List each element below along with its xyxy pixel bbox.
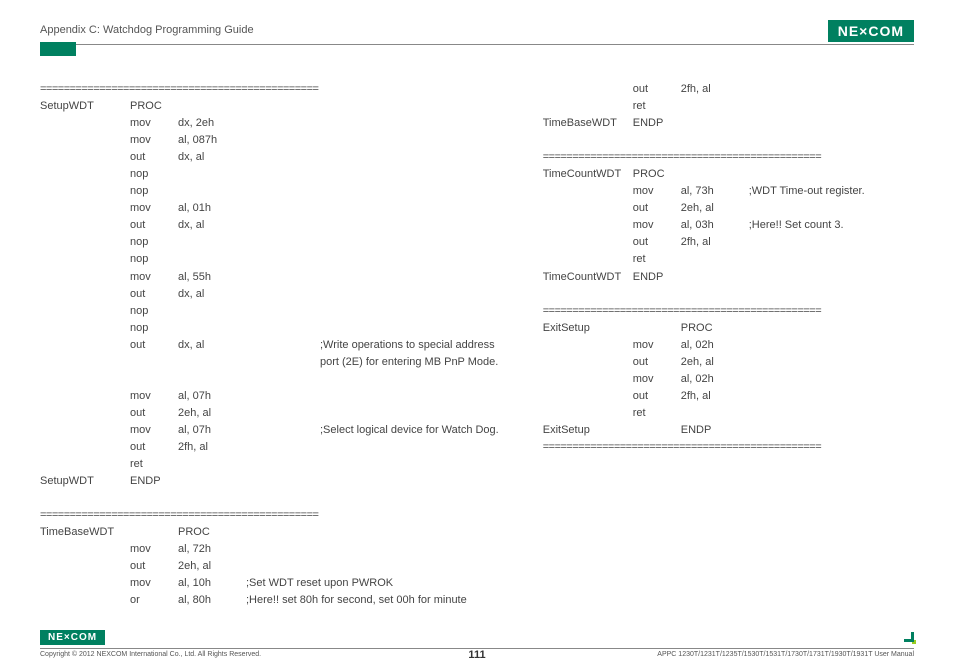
code-line: TimeBaseWDTPROC <box>40 524 499 541</box>
code-line: moval, 73h;WDT Time-out register. <box>543 183 914 200</box>
code-line: SetupWDTENDP <box>40 473 499 490</box>
code-line: ========================================… <box>543 149 914 166</box>
code-line <box>40 371 499 388</box>
code-column-right: out2fh, alretTimeBaseWDTENDP ===========… <box>543 81 914 609</box>
code-line: nop <box>40 303 499 320</box>
code-line: nop <box>40 234 499 251</box>
copyright-text: Copyright © 2012 NEXCOM International Co… <box>40 651 261 658</box>
code-line: ret <box>543 405 914 422</box>
brand-logo: NE×COM <box>828 20 914 42</box>
code-line: ========================================… <box>543 439 914 456</box>
code-line: moval, 02h <box>543 371 914 388</box>
code-line: moval, 72h <box>40 541 499 558</box>
page-header: Appendix C: Watchdog Programming Guide N… <box>40 20 914 45</box>
code-line: ExitSetupENDP <box>543 422 914 439</box>
code-line: outdx, al <box>40 149 499 166</box>
code-line: moval, 087h <box>40 132 499 149</box>
code-line: nop <box>40 183 499 200</box>
code-line: ========================================… <box>543 303 914 320</box>
code-content: ========================================… <box>40 81 914 609</box>
code-line: ret <box>543 251 914 268</box>
code-line: TimeBaseWDTENDP <box>543 115 914 132</box>
page-number: 111 <box>468 649 485 661</box>
section-tab-mark <box>40 42 76 56</box>
code-line: moval, 02h <box>543 337 914 354</box>
page-footer: NE×COM Copyright © 2012 NEXCOM Internati… <box>40 648 914 658</box>
code-line: ret <box>543 98 914 115</box>
code-column-left: ========================================… <box>40 81 499 609</box>
code-line <box>543 286 914 303</box>
code-line: port (2E) for entering MB PnP Mode. <box>40 354 499 371</box>
code-line: nop <box>40 251 499 268</box>
code-line: out2fh, al <box>543 234 914 251</box>
code-line: out2eh, al <box>40 558 499 575</box>
code-line: out2eh, al <box>543 200 914 217</box>
code-line: TimeCountWDTENDP <box>543 269 914 286</box>
code-line: moval, 10h;Set WDT reset upon PWROK <box>40 575 499 592</box>
code-line: ========================================… <box>40 81 499 98</box>
footer-logo: NE×COM <box>40 630 105 645</box>
code-line: outdx, al <box>40 286 499 303</box>
code-line: moval, 07h <box>40 388 499 405</box>
code-line: movdx, 2eh <box>40 115 499 132</box>
code-line: moval, 55h <box>40 269 499 286</box>
code-line: moval, 07h;Select logical device for Wat… <box>40 422 499 439</box>
header-title: Appendix C: Watchdog Programming Guide <box>40 20 254 36</box>
code-line: out2fh, al <box>40 439 499 456</box>
code-line: outdx, al <box>40 217 499 234</box>
code-line: moval, 01h <box>40 200 499 217</box>
code-line <box>543 132 914 149</box>
code-line: ret <box>40 456 499 473</box>
manual-reference: APPC 1230T/1231T/1235T/1530T/1531T/1730T… <box>657 651 914 658</box>
code-line: oral, 80h;Here!! set 80h for second, set… <box>40 592 499 609</box>
code-line: ExitSetupPROC <box>543 320 914 337</box>
code-line: SetupWDTPROC <box>40 98 499 115</box>
code-line: TimeCountWDTPROC <box>543 166 914 183</box>
corner-decoration <box>904 632 914 642</box>
code-line <box>40 490 499 507</box>
code-line: outdx, al;Write operations to special ad… <box>40 337 499 354</box>
code-line: nop <box>40 320 499 337</box>
code-line: moval, 03h;Here!! Set count 3. <box>543 217 914 234</box>
code-line: nop <box>40 166 499 183</box>
code-line: out2fh, al <box>543 81 914 98</box>
code-line: out2fh, al <box>543 388 914 405</box>
code-line: out2eh, al <box>40 405 499 422</box>
code-line: ========================================… <box>40 507 499 524</box>
code-line: out2eh, al <box>543 354 914 371</box>
